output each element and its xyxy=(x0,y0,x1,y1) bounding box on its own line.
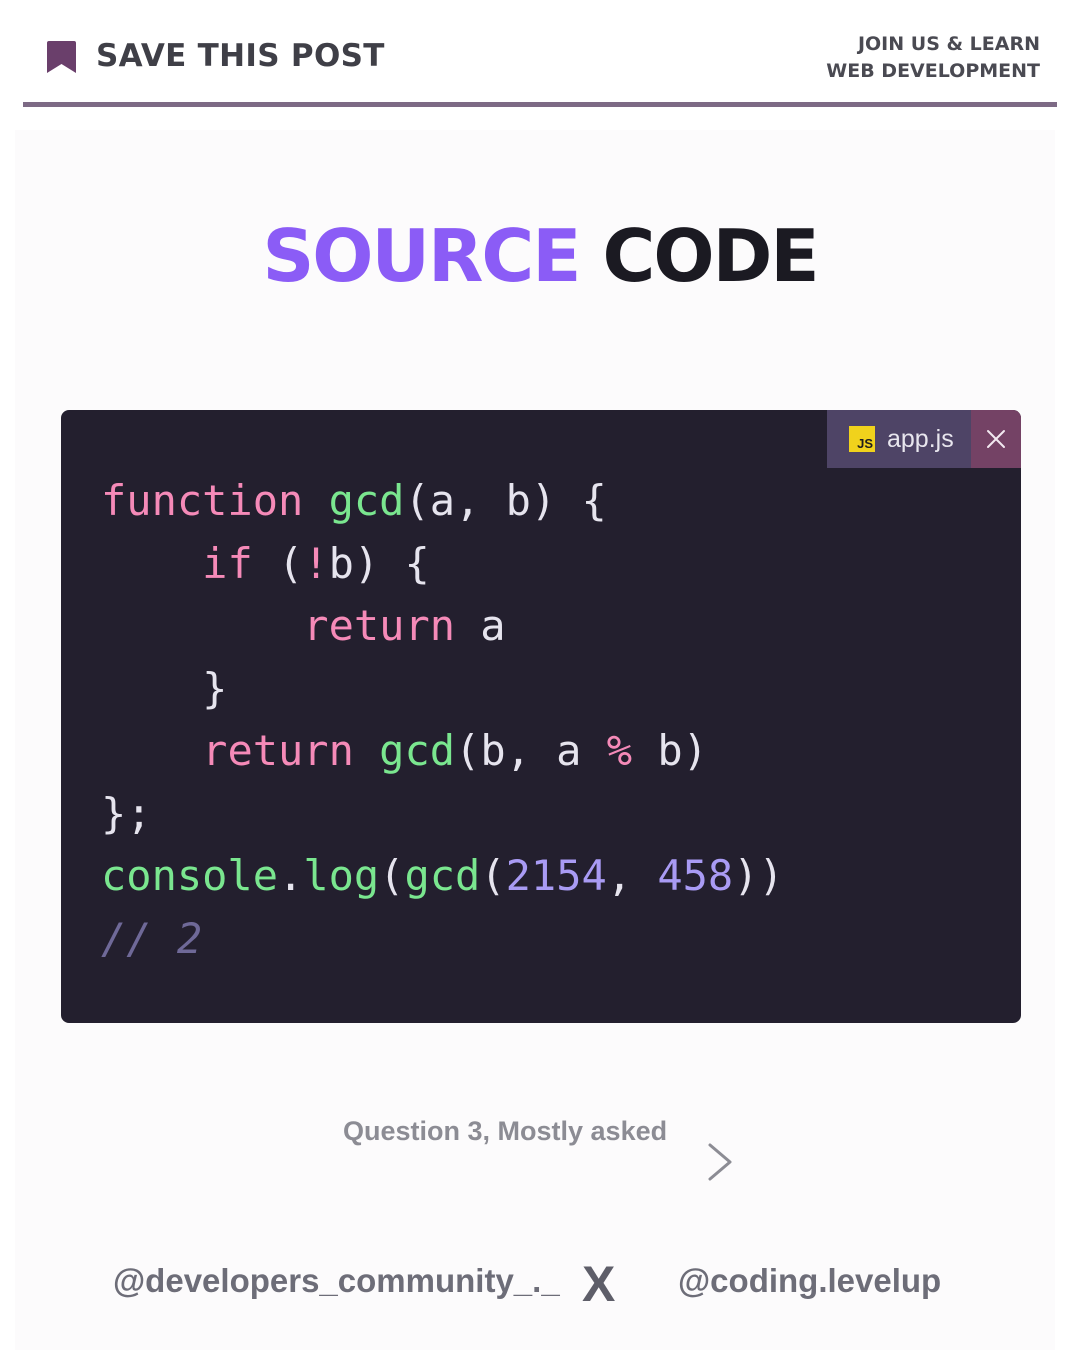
code-line-2: if (!b) { xyxy=(101,539,430,588)
paren: ( xyxy=(252,538,304,588)
function-name: gcd xyxy=(328,476,405,525)
code-line-7: console.log(gcd(2154, 458)) xyxy=(101,851,784,900)
save-post-label: SAVE THIS POST xyxy=(96,38,385,74)
keyword-function: function xyxy=(101,476,304,525)
tab-close-button[interactable] xyxy=(971,410,1021,468)
return-value: a xyxy=(455,601,506,650)
post-header: SAVE THIS POST JOIN US & LEARN WEB DEVEL… xyxy=(0,0,1080,108)
operator-mod: % xyxy=(606,726,633,775)
number-literal: 458 xyxy=(657,851,734,900)
tab-filename: app.js xyxy=(887,424,954,453)
join-line-1: JOIN US & LEARN xyxy=(857,33,1040,55)
code-comment: // 2 xyxy=(101,913,203,963)
arrow-right-icon[interactable] xyxy=(578,1140,738,1184)
console-object: console xyxy=(101,851,279,900)
code-line-6: }; xyxy=(101,788,152,838)
editor-tab-app-js[interactable]: JS app.js xyxy=(827,410,971,468)
js-file-icon: JS xyxy=(849,426,875,452)
handle-coding-levelup[interactable]: @coding.levelup xyxy=(678,1262,941,1300)
keyword-return: return xyxy=(202,726,354,775)
paren: )) xyxy=(733,851,784,900)
code-block: function gcd(a, b) { if (!b) { return a … xyxy=(101,470,784,970)
dot: . xyxy=(278,851,304,900)
bookmark-icon[interactable] xyxy=(45,40,78,74)
args-end: b) xyxy=(632,726,708,775)
log-method: log xyxy=(303,851,380,900)
paren: ( xyxy=(480,851,506,900)
comma: , xyxy=(606,851,658,900)
header-divider xyxy=(23,102,1057,107)
close-icon xyxy=(987,430,1005,448)
operator-not: ! xyxy=(303,538,329,588)
title-word-source: SOURCE xyxy=(262,214,581,298)
keyword-return: return xyxy=(303,601,456,650)
collab-separator: X xyxy=(582,1256,616,1312)
function-call: gcd xyxy=(379,726,456,775)
condition: b) { xyxy=(328,538,430,588)
code-line-4: } xyxy=(101,663,228,713)
code-line-5: return gcd(b, a % b) xyxy=(101,726,708,775)
code-editor-window: JS app.js function gcd(a, b) { if (!b) {… xyxy=(61,410,1021,1023)
join-us-text: JOIN US & LEARN WEB DEVELOPMENT xyxy=(826,31,1040,85)
page-title: SOURCE CODE xyxy=(0,214,1080,298)
join-line-2: WEB DEVELOPMENT xyxy=(826,60,1040,82)
title-word-code: CODE xyxy=(602,214,820,298)
number-literal: 2154 xyxy=(505,851,607,900)
params: (a, b) { xyxy=(404,476,607,525)
code-line-3: return a xyxy=(101,601,506,650)
handle-developers-community[interactable]: @developers_community_._ xyxy=(113,1262,560,1300)
args: (b, a xyxy=(455,726,607,775)
code-line-1: function gcd(a, b) { xyxy=(101,476,607,525)
function-call: gcd xyxy=(404,851,481,900)
keyword-if: if xyxy=(202,538,253,588)
paren: ( xyxy=(379,851,405,900)
